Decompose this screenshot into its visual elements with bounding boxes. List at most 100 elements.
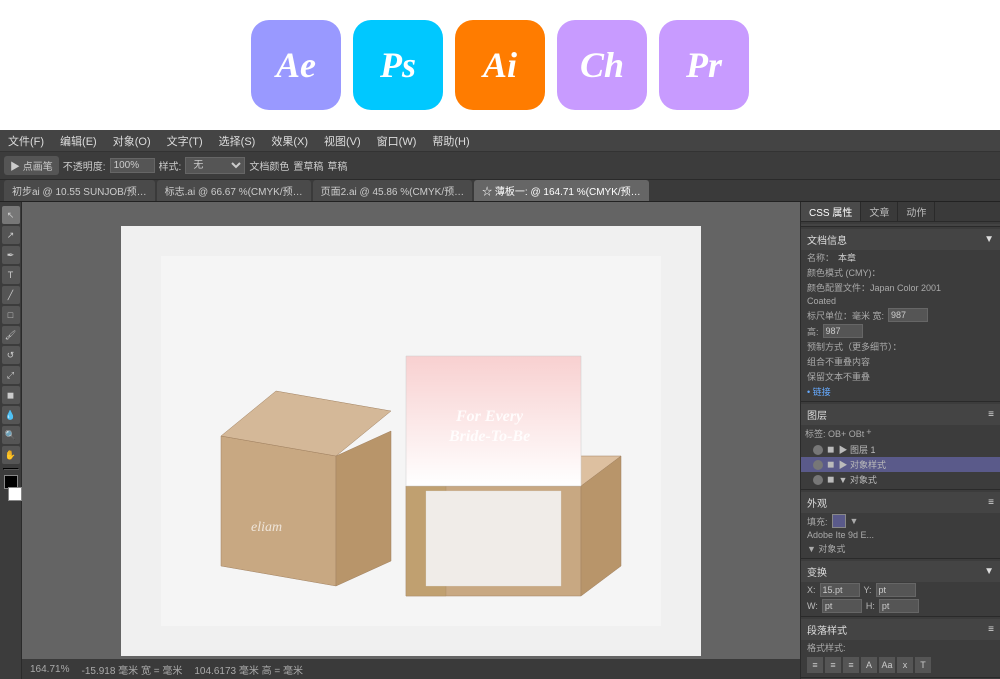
right-panel: CSS 属性 文章 动作 历史记录 ≡ ⊞ 旋转 ⊞ 应变 ⊞ 旋转 ⊞ 旋转 … [800, 202, 1000, 679]
transform-section: 变换 ▼ X: Y: W: H: [801, 559, 1000, 617]
toolbar-style-select[interactable]: 无 [185, 157, 245, 174]
menu-file[interactable]: 文件(F) [4, 131, 48, 151]
tool-select[interactable]: ↖ [2, 206, 20, 224]
tab-3[interactable]: ☆ 薄板一: @ 164.71 %(CMYK/预… [474, 180, 649, 201]
left-toolbar: ↖ ↗ ✒ T ╱ □ 🖌 ↺ ⤢ ◼ 💧 🔍 ✋ [0, 202, 22, 679]
svg-text:For Every: For Every [455, 408, 524, 425]
transform-w[interactable] [822, 599, 862, 613]
app-icons-bar: Ae Ps Ai Ch Pr [0, 0, 1000, 130]
app-effect-row: ▼ 对象式 [801, 541, 1000, 556]
app-icon-pr[interactable]: Pr [659, 20, 749, 110]
layer-eye-3[interactable] [813, 475, 823, 485]
tab-0[interactable]: 初步ai @ 10.55 SUNJOB/预… [4, 180, 155, 201]
text-option[interactable]: x [897, 657, 913, 673]
layers-header[interactable]: 图层 ≡ [801, 404, 1000, 425]
doc-height-row: 高: [801, 323, 1000, 339]
toolbar-draft-label: 置草稿 [293, 158, 323, 173]
text-format[interactable]: Aa [879, 657, 895, 673]
layer-3[interactable]: ◼ ▼ 对象式 [801, 472, 1000, 487]
doc-more-row3: 保留文本不重叠 [801, 369, 1000, 384]
doc-coated-row: Coated [801, 295, 1000, 307]
transform-h[interactable] [879, 599, 919, 613]
tab-css[interactable]: CSS 属性 [801, 202, 861, 221]
box-illustration: eliam [161, 256, 661, 626]
tab-1[interactable]: 标志.ai @ 66.67 %(CMYK/预… [157, 180, 311, 201]
toolbar-doc-label: 文档颜色 [249, 158, 289, 173]
toolbar-draft2-label: 草稿 [327, 158, 347, 173]
layer-2[interactable]: ◼ ▶ 对象样式 [801, 457, 1000, 472]
transform-xy: X: Y: [801, 582, 1000, 598]
layer-eye-2[interactable] [813, 460, 823, 470]
menu-help[interactable]: 帮助(H) [428, 131, 473, 151]
menu-object[interactable]: 对象(O) [109, 131, 155, 151]
toolbar-bar: ▶ 点画笔 不透明度: 样式: 无 文档颜色 置草稿 草稿 [0, 152, 1000, 180]
tool-zoom[interactable]: 🔍 [2, 426, 20, 444]
tool-hand[interactable]: ✋ [2, 446, 20, 464]
tool-rect[interactable]: □ [2, 306, 20, 324]
layer-1[interactable]: ◼ ▶ 图层 1 [801, 442, 1000, 457]
menu-text[interactable]: 文字(T) [163, 131, 207, 151]
canvas-coords2: 104.6173 毫米 高 = 毫米 [194, 662, 303, 677]
menu-select[interactable]: 选择(S) [215, 131, 260, 151]
menu-edit[interactable]: 编辑(E) [56, 131, 101, 151]
toolbar-opacity-input[interactable] [110, 158, 155, 173]
illustrator-ui: 文件(F) 编辑(E) 对象(O) 文字(T) 选择(S) 效果(X) 视图(V… [0, 130, 1000, 679]
paragraph-header[interactable]: 段落样式 ≡ [801, 619, 1000, 640]
align-left[interactable]: ≡ [807, 657, 823, 673]
canvas-area[interactable]: eliam [22, 202, 800, 679]
tool-type[interactable]: T [2, 266, 20, 284]
doc-info-header[interactable]: 文档信息 ▼ [801, 229, 1000, 250]
doc-profile-row: 颜色配置文件：Japan Color 2001 [801, 280, 1000, 295]
align-center[interactable]: ≡ [825, 657, 841, 673]
menu-window[interactable]: 窗口(W) [373, 131, 421, 151]
align-justify[interactable]: A [861, 657, 877, 673]
app-icon-ps[interactable]: Ps [353, 20, 443, 110]
main-area: ↖ ↗ ✒ T ╱ □ 🖌 ↺ ⤢ ◼ 💧 🔍 ✋ [0, 202, 1000, 679]
fill-swatch[interactable] [832, 514, 846, 528]
align-buttons: ≡ ≡ ≡ A Aa x T [801, 655, 1000, 675]
app-icon-ae[interactable]: Ae [251, 20, 341, 110]
app-icon-ai[interactable]: Ai [455, 20, 545, 110]
doc-size-row: 标尺单位：毫米 宽: [801, 307, 1000, 323]
canvas-document: eliam [121, 226, 701, 656]
paragraph-section: 段落样式 ≡ 格式样式: ≡ ≡ ≡ A Aa x T [801, 617, 1000, 678]
transform-wh: W: H: [801, 598, 1000, 614]
tool-paintbrush[interactable]: 🖌 [2, 326, 20, 344]
tool-scale[interactable]: ⤢ [2, 366, 20, 384]
tab-article[interactable]: 文章 [861, 202, 898, 221]
tool-eyedrop[interactable]: 💧 [2, 406, 20, 424]
align-right[interactable]: ≡ [843, 657, 859, 673]
menu-effect[interactable]: 效果(X) [267, 131, 312, 151]
tool-rotate[interactable]: ↺ [2, 346, 20, 364]
layer-add[interactable]: + [866, 427, 871, 440]
layer-eye-1[interactable] [813, 445, 823, 455]
canvas-coords: -15.918 毫米 宽 = 毫米 [81, 662, 182, 677]
text-baseline[interactable]: T [915, 657, 931, 673]
svg-text:eliam: eliam [251, 520, 282, 535]
tab-actions[interactable]: 动作 [898, 202, 935, 221]
canvas-status-bar: 164.71% -15.918 毫米 宽 = 毫米 104.6173 毫米 高 … [22, 659, 800, 679]
tool-line[interactable]: ╱ [2, 286, 20, 304]
doc-height-input[interactable] [823, 324, 863, 338]
doc-name-row: 名称： 本章 [801, 250, 1000, 265]
toolbar-style-label: 样式: [159, 158, 182, 173]
transform-y[interactable] [876, 583, 916, 597]
toolbar-brush[interactable]: ▶ 点画笔 [4, 156, 59, 175]
appearance-header[interactable]: 外观 ≡ [801, 492, 1000, 513]
app-icon-ch[interactable]: Ch [557, 20, 647, 110]
transform-x[interactable] [820, 583, 860, 597]
doc-color-row: 颜色模式 (CMY)： [801, 265, 1000, 280]
layer-controls: 标签: OB+ OBt + [801, 425, 1000, 442]
doc-info-section: 文档信息 ▼ 名称： 本章 颜色模式 (CMY)： 颜色配置文件：Japan C… [801, 227, 1000, 402]
doc-width-input[interactable] [888, 308, 928, 322]
tool-direct-select[interactable]: ↗ [2, 226, 20, 244]
tab-2[interactable]: 页面2.ai @ 45.86 %(CMYK/预… [313, 180, 473, 201]
stroke-color[interactable] [8, 487, 22, 501]
menu-view[interactable]: 视图(V) [320, 131, 365, 151]
transform-header[interactable]: 变换 ▼ [801, 561, 1000, 582]
tool-gradient[interactable]: ◼ [2, 386, 20, 404]
tool-pen[interactable]: ✒ [2, 246, 20, 264]
layers-section: 图层 ≡ 标签: OB+ OBt + ◼ ▶ 图层 1 ◼ ▶ 对象样式 [801, 402, 1000, 490]
app-fill-row: 填充: ▼ [801, 513, 1000, 529]
appearance-section: 外观 ≡ 填充: ▼ Adobe Ite 9d E... ▼ 对象式 [801, 490, 1000, 559]
